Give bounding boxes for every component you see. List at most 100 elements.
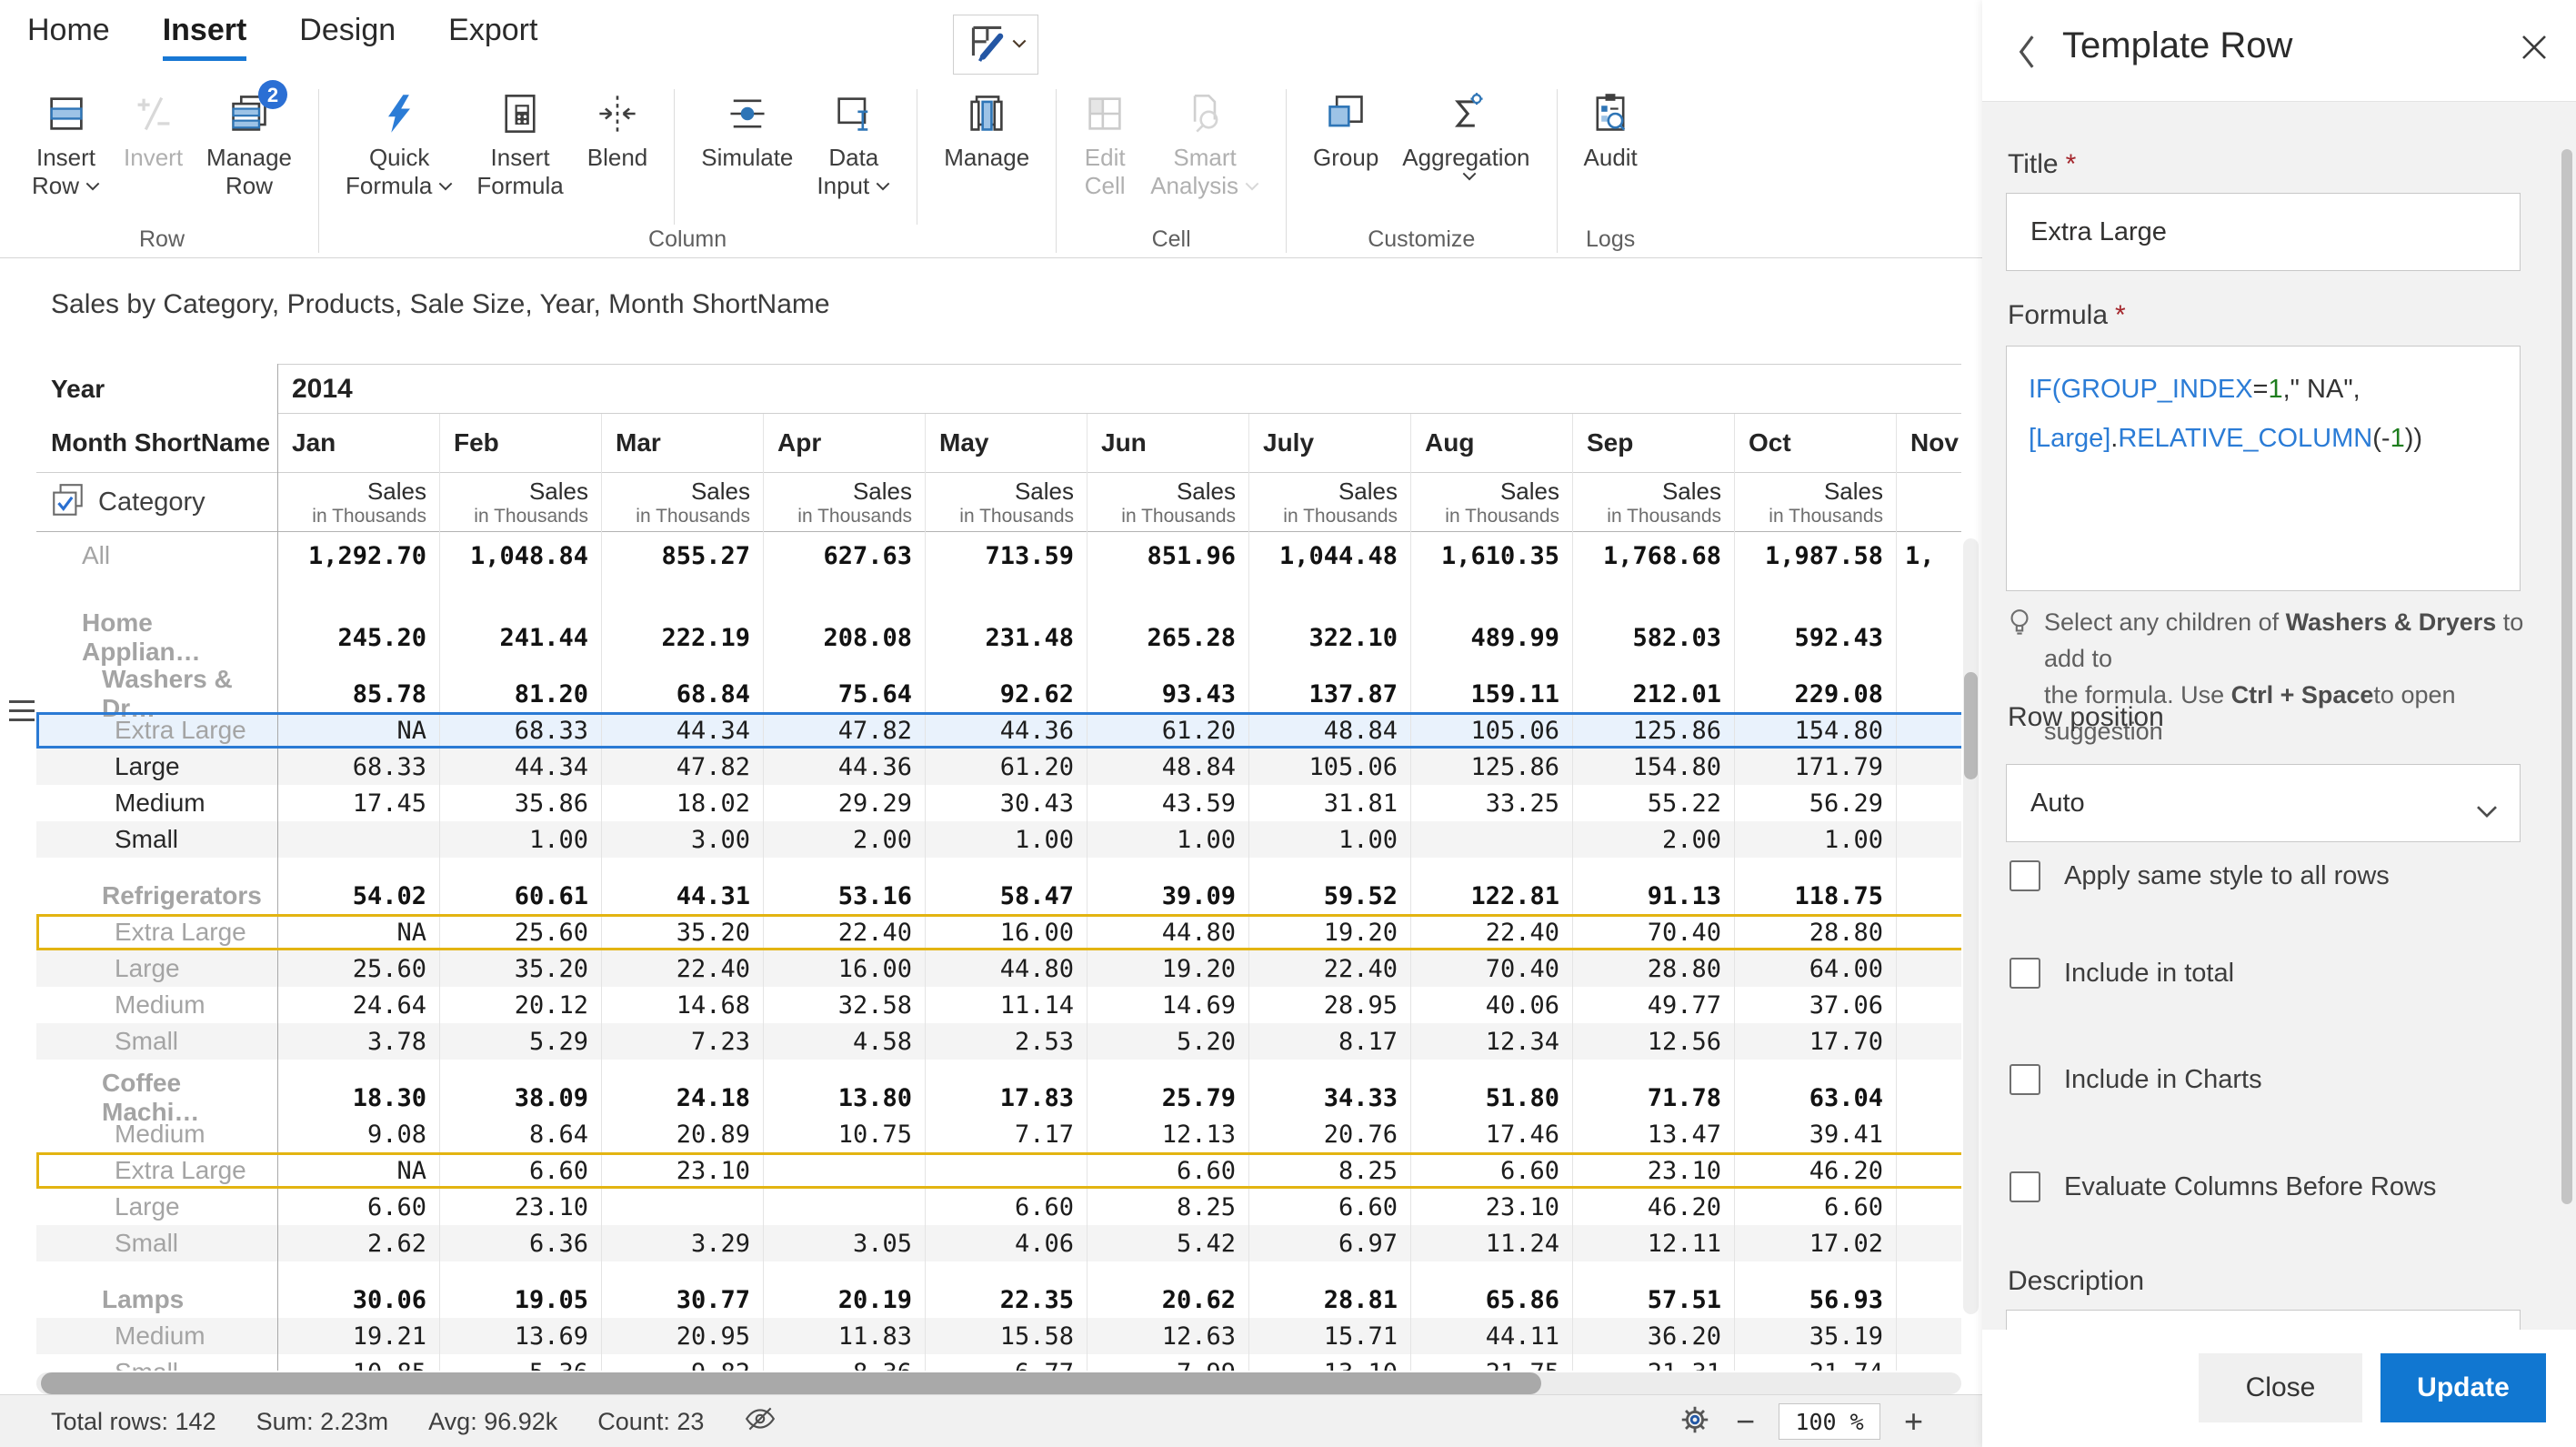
cell[interactable]: 1,987.58 xyxy=(1734,532,1896,579)
cell[interactable]: 6.77 xyxy=(925,1354,1087,1371)
title-input[interactable] xyxy=(2006,193,2521,271)
cell[interactable]: 24.18 xyxy=(601,1080,763,1116)
cell[interactable]: 68.84 xyxy=(601,676,763,712)
cell[interactable]: 75.64 xyxy=(763,676,925,712)
cell[interactable]: 28.81 xyxy=(1248,1281,1410,1318)
table-row-washers-dr-[interactable]: Washers & Dr…85.7881.2068.8475.6492.6293… xyxy=(36,676,1961,712)
cell[interactable]: 12.63 xyxy=(1087,1318,1248,1354)
cell[interactable] xyxy=(1896,1318,1961,1354)
cell[interactable]: 49.77 xyxy=(1572,987,1734,1023)
cell[interactable]: 6.60 xyxy=(1248,1189,1410,1225)
cell[interactable]: 48.84 xyxy=(1248,712,1410,749)
cell[interactable] xyxy=(763,1152,925,1189)
year-value[interactable]: 2014 xyxy=(277,364,1961,414)
cell[interactable]: 37.06 xyxy=(1734,987,1896,1023)
table-row-medium[interactable]: Medium24.6420.1214.6832.5811.1414.6928.9… xyxy=(36,987,1961,1023)
cell[interactable]: 15.71 xyxy=(1248,1318,1410,1354)
cell[interactable]: 24.64 xyxy=(277,987,439,1023)
cell[interactable]: 22.35 xyxy=(925,1281,1087,1318)
vertical-scrollbar-thumb[interactable] xyxy=(1964,672,1978,779)
cell[interactable] xyxy=(1896,878,1961,914)
cell[interactable]: 7.99 xyxy=(1087,1354,1248,1371)
cell[interactable]: 4.58 xyxy=(763,1023,925,1060)
edit-table-button[interactable] xyxy=(953,15,1038,75)
cell[interactable]: 85.78 xyxy=(277,676,439,712)
blend-button[interactable]: Blend xyxy=(576,87,660,174)
cell[interactable]: 68.33 xyxy=(277,749,439,785)
cell[interactable] xyxy=(1896,676,1961,712)
simulate-button[interactable]: Simulate xyxy=(689,87,805,174)
cell[interactable]: 1,768.68 xyxy=(1572,532,1734,579)
column-header-may[interactable]: May xyxy=(925,414,1087,472)
cell[interactable]: 1.00 xyxy=(925,821,1087,858)
cell[interactable]: 19.21 xyxy=(277,1318,439,1354)
cell[interactable]: 33.25 xyxy=(1410,785,1572,821)
cell[interactable]: 13.47 xyxy=(1572,1116,1734,1152)
cell[interactable]: 44.34 xyxy=(601,712,763,749)
cell[interactable]: 8.36 xyxy=(763,1354,925,1371)
cell[interactable]: 23.10 xyxy=(601,1152,763,1189)
cell[interactable]: 6.36 xyxy=(439,1225,601,1261)
cell[interactable]: 51.80 xyxy=(1410,1080,1572,1116)
gear-icon[interactable] xyxy=(1678,1402,1712,1442)
cell[interactable]: 6.60 xyxy=(1410,1152,1572,1189)
cell[interactable]: 55.22 xyxy=(1572,785,1734,821)
cell[interactable]: 60.61 xyxy=(439,878,601,914)
cell[interactable]: 19.20 xyxy=(1087,950,1248,987)
cell[interactable]: 9.08 xyxy=(277,1116,439,1152)
cell[interactable]: 2.00 xyxy=(763,821,925,858)
cell[interactable]: 11.83 xyxy=(763,1318,925,1354)
cell[interactable]: 28.80 xyxy=(1734,914,1896,950)
cell[interactable] xyxy=(1896,712,1961,749)
cell[interactable]: 65.86 xyxy=(1410,1281,1572,1318)
cell[interactable]: 13.80 xyxy=(763,1080,925,1116)
table-row-small[interactable]: Small2.626.363.293.054.065.426.9711.2412… xyxy=(36,1225,1961,1261)
table-row-coffee-machi-[interactable]: Coffee Machi…18.3038.0924.1813.8017.8325… xyxy=(36,1080,1961,1116)
cell[interactable]: 125.86 xyxy=(1410,749,1572,785)
cell[interactable]: 1.00 xyxy=(1248,821,1410,858)
cell[interactable]: 43.59 xyxy=(1087,785,1248,821)
cell[interactable]: 21.74 xyxy=(1734,1354,1896,1371)
cell[interactable]: 592.43 xyxy=(1734,619,1896,656)
horizontal-scrollbar-thumb[interactable] xyxy=(41,1372,1541,1394)
checkbox-include-in-charts[interactable]: Include in Charts xyxy=(2010,1064,2262,1095)
cell[interactable]: 44.31 xyxy=(601,878,763,914)
eye-off-icon[interactable] xyxy=(744,1405,777,1439)
cell[interactable]: 10.85 xyxy=(277,1354,439,1371)
zoom-out-button[interactable]: − xyxy=(1736,1405,1755,1438)
cell[interactable] xyxy=(1896,987,1961,1023)
cell[interactable]: 39.09 xyxy=(1087,878,1248,914)
cell[interactable]: 1,048.84 xyxy=(439,532,601,579)
cell[interactable]: 222.19 xyxy=(601,619,763,656)
cell[interactable]: 91.13 xyxy=(1572,878,1734,914)
cell[interactable]: NA xyxy=(277,712,439,749)
cell[interactable]: 3.05 xyxy=(763,1225,925,1261)
cell[interactable]: 6.60 xyxy=(925,1189,1087,1225)
cell[interactable]: 25.60 xyxy=(439,914,601,950)
cell[interactable]: 20.19 xyxy=(763,1281,925,1318)
cell[interactable]: 489.99 xyxy=(1410,619,1572,656)
cell[interactable]: 20.76 xyxy=(1248,1116,1410,1152)
cell[interactable]: 245.20 xyxy=(277,619,439,656)
cell[interactable]: 68.33 xyxy=(439,712,601,749)
checkbox-box[interactable] xyxy=(2010,1171,2040,1202)
vertical-scrollbar[interactable] xyxy=(1963,538,1979,1314)
cell[interactable]: 44.11 xyxy=(1410,1318,1572,1354)
cell[interactable]: 17.46 xyxy=(1410,1116,1572,1152)
table-row-medium[interactable]: Medium9.088.6420.8910.757.1712.1320.7617… xyxy=(36,1116,1961,1152)
cell[interactable]: 22.40 xyxy=(601,950,763,987)
tab-insert[interactable]: Insert xyxy=(163,13,247,59)
cell[interactable]: 16.00 xyxy=(763,950,925,987)
cell[interactable]: 61.20 xyxy=(925,749,1087,785)
cell[interactable]: 44.36 xyxy=(925,712,1087,749)
cell[interactable]: 22.40 xyxy=(1410,914,1572,950)
cell[interactable]: 19.05 xyxy=(439,1281,601,1318)
cell[interactable]: 71.78 xyxy=(1572,1080,1734,1116)
cell[interactable]: 13.69 xyxy=(439,1318,601,1354)
cell[interactable]: 30.06 xyxy=(277,1281,439,1318)
cell[interactable]: 70.40 xyxy=(1572,914,1734,950)
table-row-extra-large[interactable]: Extra LargeNA25.6035.2022.4016.0044.8019… xyxy=(36,914,1961,950)
table-row-refrigerators[interactable]: Refrigerators54.0260.6144.3153.1658.4739… xyxy=(36,878,1961,914)
checkbox-box[interactable] xyxy=(2010,1064,2040,1095)
cell[interactable]: 21.75 xyxy=(1410,1354,1572,1371)
